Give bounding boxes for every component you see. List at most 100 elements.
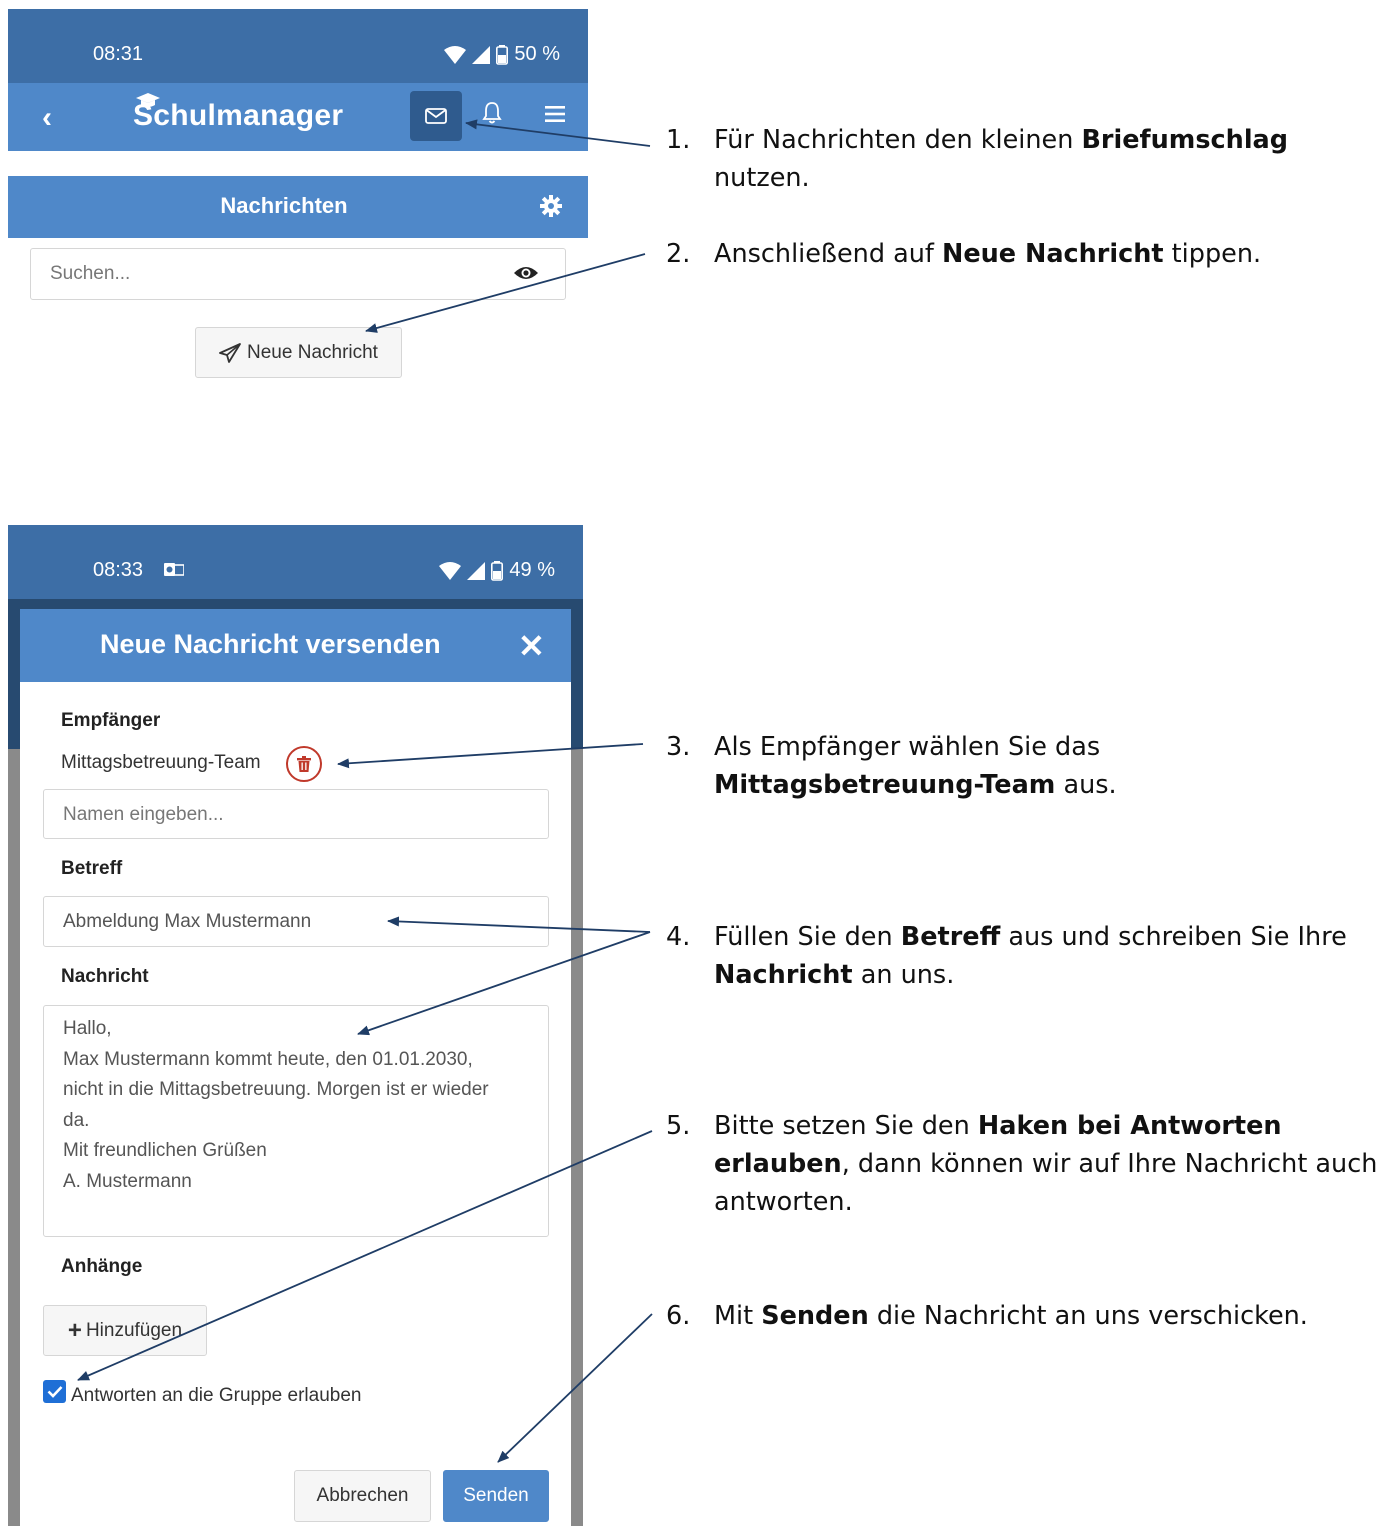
step-number: 2. (666, 239, 691, 269)
allow-replies-label[interactable]: Antworten an die Gruppe erlauben (71, 1385, 361, 1407)
trash-icon (297, 756, 311, 772)
message-label: Nachricht (61, 966, 149, 987)
search-input[interactable]: Suchen... (30, 248, 566, 300)
step-segment: aus. (1055, 770, 1117, 800)
subject-value: Abmeldung Max Mustermann (63, 911, 312, 932)
step-segment: aus und schreiben Sie Ihre (1000, 922, 1347, 952)
new-message-modal: Neue Nachricht versenden ✕ Empfänger Mit… (20, 609, 571, 1526)
attachments-label: Anhänge (61, 1256, 143, 1277)
message-line: da. (63, 1109, 90, 1131)
recipients-label: Empfänger (61, 710, 161, 731)
step-text: Mit Senden die Nachricht an uns verschic… (714, 1297, 1364, 1335)
step-emphasis: Briefumschlag (1081, 125, 1289, 155)
graduation-cap-icon (136, 93, 160, 107)
subject-label: Betreff (61, 858, 123, 879)
step-5: 5. Bitte setzen Sie den Haken bei Antwor… (666, 1107, 1396, 1217)
messages-button[interactable] (410, 91, 462, 141)
divider (8, 151, 588, 176)
app-bar: ‹ Schulmanager (8, 83, 588, 151)
step-emphasis: Betreff (900, 922, 1001, 952)
remove-recipient-button[interactable] (286, 746, 322, 782)
step-emphasis: Mittagsbetreuung-Team (714, 770, 1056, 800)
step-4: 4. Füllen Sie den Betreff aus und schrei… (666, 918, 1386, 998)
section-title: Nachrichten (220, 193, 348, 218)
step-number: 5. (666, 1111, 691, 1141)
step-number: 6. (666, 1301, 691, 1331)
signal-icon (472, 45, 491, 64)
recipient-chip: Mittagsbetreuung-Team (61, 752, 261, 773)
step-number: 4. (666, 922, 691, 952)
envelope-icon (425, 108, 447, 124)
status-time: 08:31 (93, 43, 144, 65)
battery-level: 49 % (509, 559, 555, 581)
message-line: Max Mustermann kommt heute, den 01.01.20… (63, 1048, 473, 1070)
add-attachment-button[interactable]: + Hinzufügen (43, 1305, 207, 1356)
hamburger-menu-icon[interactable] (544, 105, 566, 123)
message-textarea[interactable]: Hallo, Max Mustermann kommt heute, den 0… (43, 1005, 549, 1237)
signal-icon (467, 561, 486, 580)
battery-level: 50 % (514, 43, 560, 65)
screenshot-new-message-dialog: 08:33 49 % Neue Nachricht versenden ✕ Em… (8, 525, 583, 1526)
chevron-left-icon[interactable]: ‹ (42, 101, 52, 135)
step-1: 1. Für Nachrichten den kleinen Briefumsc… (666, 121, 1386, 193)
step-segment: nutzen. (714, 163, 810, 193)
step-text: Füllen Sie den Betreff aus und schreiben… (714, 918, 1364, 994)
message-line: Mit freundlichen Grüßen (63, 1140, 267, 1161)
step-segment: tippen. (1163, 239, 1262, 269)
cancel-button[interactable]: Abbrechen (294, 1470, 431, 1522)
wifi-icon (444, 45, 467, 64)
status-indicators: 50 % (444, 43, 560, 66)
status-time: 08:33 (93, 559, 144, 581)
status-bar: 08:31 50 % (8, 9, 588, 83)
step-number: 1. (666, 125, 691, 155)
step-3: 3. Als Empfänger wählen Sie das Mittagsb… (666, 728, 1386, 808)
step-emphasis: Senden (761, 1301, 869, 1331)
step-segment: Füllen Sie den (714, 922, 901, 952)
message-line: A. Mustermann (63, 1170, 192, 1192)
step-segment: Anschließend auf (714, 239, 943, 269)
message-line: nicht in die Mittagsbetreuung. Morgen is… (63, 1079, 489, 1100)
message-line: Hallo, (63, 1018, 112, 1039)
eye-icon[interactable] (513, 264, 539, 282)
recipient-name-input[interactable]: Namen eingeben... (43, 789, 549, 839)
step-emphasis: Nachricht (714, 960, 853, 990)
step-6: 6. Mit Senden die Nachricht an uns versc… (666, 1297, 1386, 1337)
step-segment: Als Empfänger wählen Sie das (714, 732, 1101, 762)
step-segment: Bitte setzen Sie den (714, 1111, 978, 1141)
step-text: Für Nachrichten den kleinen Briefumschla… (714, 121, 1364, 197)
send-button[interactable]: Senden (443, 1470, 549, 1522)
add-attachment-label: Hinzufügen (85, 1319, 183, 1341)
name-placeholder: Namen eingeben... (63, 804, 224, 825)
battery-icon (491, 560, 504, 581)
gear-icon[interactable] (539, 194, 563, 218)
search-placeholder: Suchen... (50, 263, 131, 284)
modal-title: Neue Nachricht versenden (100, 629, 441, 659)
subject-input[interactable]: Abmeldung Max Mustermann (43, 896, 549, 947)
step-text: Anschließend auf Neue Nachricht tippen. (714, 235, 1364, 273)
screenshot-messages-overview: 08:31 50 % ‹ Schulmanager Nachrichten Su… (8, 9, 588, 389)
step-segment: die Nachricht an uns verschicken. (868, 1301, 1308, 1331)
bell-icon[interactable] (482, 101, 502, 125)
outlook-notification-icon (164, 563, 184, 576)
step-number: 3. (666, 732, 691, 762)
paper-plane-icon (219, 342, 241, 363)
app-logo: Schulmanager (133, 99, 344, 132)
new-message-label: Neue Nachricht (247, 341, 378, 363)
new-message-button[interactable]: Neue Nachricht (195, 327, 402, 378)
message-body: Hallo, Max Mustermann kommt heute, den 0… (63, 1014, 543, 1197)
step-segment: Mit (714, 1301, 762, 1331)
modal-header: Neue Nachricht versenden ✕ (20, 609, 571, 682)
step-segment: an uns. (852, 960, 955, 990)
status-indicators: 49 % (439, 559, 555, 582)
close-icon[interactable]: ✕ (518, 627, 545, 665)
allow-replies-checkbox[interactable] (43, 1380, 66, 1403)
checkmark-icon (47, 1386, 62, 1398)
step-text: Bitte setzen Sie den Haken bei Antworten… (714, 1107, 1399, 1221)
step-text: Als Empfänger wählen Sie das Mittagsbetr… (714, 728, 1364, 804)
step-emphasis: Neue Nachricht (942, 239, 1164, 269)
wifi-icon (439, 561, 462, 580)
battery-icon (496, 44, 509, 65)
step-segment: Für Nachrichten den kleinen (714, 125, 1082, 155)
messages-header: Nachrichten (8, 176, 588, 238)
status-bar: 08:33 49 % (8, 525, 583, 599)
